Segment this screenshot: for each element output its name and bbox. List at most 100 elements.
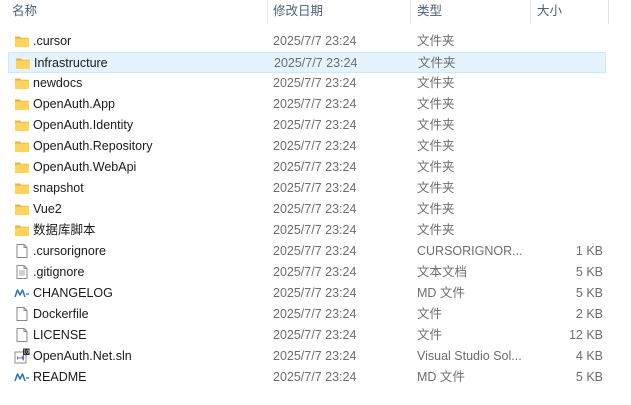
file-name: README — [33, 370, 87, 384]
file-name: .gitignore — [33, 265, 85, 279]
file-row[interactable]: .gitignore 2025/7/7 23:24 文本文档 5 KB — [8, 262, 606, 283]
file-type: MD 文件 — [417, 370, 465, 384]
file-type: 文件夹 — [417, 97, 455, 111]
svg-text:10: 10 — [23, 350, 29, 356]
file-date: 2025/7/7 23:24 — [273, 265, 357, 279]
file-size — [531, 94, 603, 115]
file-row[interactable]: CHANGELOG 2025/7/7 23:24 MD 文件 5 KB — [8, 283, 606, 304]
visual-studio-solution-icon: 10 — [14, 348, 30, 364]
file-type: 文件夹 — [417, 34, 455, 48]
file-type: CURSORIGNOR... — [417, 244, 523, 258]
file-row[interactable]: OpenAuth.App 2025/7/7 23:24 文件夹 — [8, 94, 606, 115]
file-type: 文件夹 — [418, 56, 456, 70]
file-type: 文件夹 — [417, 202, 455, 216]
file-icon — [14, 306, 30, 322]
file-name: newdocs — [33, 76, 83, 90]
file-name: OpenAuth.Net.sln — [33, 349, 132, 363]
file-size — [531, 157, 603, 178]
file-name: OpenAuth.Repository — [33, 139, 153, 153]
file-type: Visual Studio Sol... — [417, 349, 522, 363]
file-size — [531, 73, 603, 94]
file-date: 2025/7/7 23:24 — [273, 139, 357, 153]
file-row[interactable]: Vue2 2025/7/7 23:24 文件夹 — [8, 199, 606, 220]
file-size: 12 KB — [568, 328, 603, 342]
file-row[interactable]: LICENSE 2025/7/7 23:24 文件 12 KB — [8, 325, 606, 346]
file-row[interactable]: snapshot 2025/7/7 23:24 文件夹 — [8, 178, 606, 199]
file-name: OpenAuth.Identity — [33, 118, 134, 132]
file-size: 5 KB — [575, 286, 603, 300]
file-row[interactable]: .cursor 2025/7/7 23:24 文件夹 — [8, 31, 606, 52]
file-name: Infrastructure — [34, 56, 108, 70]
file-size — [531, 199, 603, 220]
file-date: 2025/7/7 23:24 — [273, 181, 357, 195]
file-size: 5 KB — [575, 370, 603, 384]
file-name: CHANGELOG — [33, 286, 113, 300]
folder-icon — [14, 117, 30, 133]
file-date: 2025/7/7 23:24 — [273, 244, 357, 258]
file-type: 文件 — [417, 307, 443, 321]
file-date: 2025/7/7 23:24 — [273, 76, 357, 90]
column-divider[interactable] — [530, 0, 531, 24]
file-date: 2025/7/7 23:24 — [273, 34, 357, 48]
file-date: 2025/7/7 23:24 — [273, 349, 357, 363]
file-row[interactable]: .cursorignore 2025/7/7 23:24 CURSORIGNOR..… — [8, 241, 606, 262]
folder-icon — [14, 75, 30, 91]
file-type: 文件夹 — [417, 139, 455, 153]
file-name: 数据库脚本 — [33, 223, 96, 237]
file-size — [531, 136, 603, 157]
file-date: 2025/7/7 23:24 — [274, 56, 358, 70]
file-date: 2025/7/7 23:24 — [273, 328, 357, 342]
file-row[interactable]: Infrastructure 2025/7/7 23:24 文件夹 — [8, 52, 606, 73]
file-size — [531, 115, 603, 136]
folder-icon — [14, 222, 30, 238]
file-date: 2025/7/7 23:24 — [273, 223, 357, 237]
file-date: 2025/7/7 23:24 — [273, 307, 357, 321]
file-row[interactable]: OpenAuth.Identity 2025/7/7 23:24 文件夹 — [8, 115, 606, 136]
file-name: Vue2 — [33, 202, 62, 216]
file-icon — [14, 243, 30, 259]
file-type: 文件夹 — [417, 76, 455, 90]
file-size — [531, 220, 603, 241]
file-type: 文本文档 — [417, 265, 468, 279]
markdown-file-icon — [14, 285, 30, 301]
file-type: 文件 — [417, 328, 443, 342]
file-size — [531, 178, 603, 199]
file-size — [531, 31, 603, 52]
file-type: 文件夹 — [417, 223, 455, 237]
column-divider[interactable] — [267, 0, 268, 24]
file-row[interactable]: README 2025/7/7 23:24 MD 文件 5 KB — [8, 367, 606, 388]
file-type: MD 文件 — [417, 286, 465, 300]
file-type: 文件夹 — [417, 181, 455, 195]
file-icon — [14, 327, 30, 343]
file-size — [532, 53, 604, 74]
folder-icon — [15, 55, 31, 71]
file-name: OpenAuth.WebApi — [33, 160, 137, 174]
column-divider[interactable] — [410, 0, 411, 24]
file-row[interactable]: 10 OpenAuth.Net.sln 2025/7/7 23:24 Visual … — [8, 346, 606, 367]
file-row[interactable]: newdocs 2025/7/7 23:24 文件夹 — [8, 73, 606, 94]
folder-icon — [14, 33, 30, 49]
file-row[interactable]: Dockerfile 2025/7/7 23:24 文件 2 KB — [8, 304, 606, 325]
file-name: OpenAuth.App — [33, 97, 116, 111]
column-header-type[interactable]: 类型 — [417, 0, 442, 24]
folder-icon — [14, 159, 30, 175]
file-name: LICENSE — [33, 328, 87, 342]
folder-icon — [14, 201, 30, 217]
markdown-file-icon — [14, 369, 30, 385]
file-date: 2025/7/7 23:24 — [273, 202, 357, 216]
file-size: 5 KB — [575, 265, 603, 279]
text-file-icon — [14, 264, 30, 280]
folder-icon — [14, 138, 30, 154]
file-size: 1 KB — [575, 244, 603, 258]
column-header-size[interactable]: 大小 — [537, 0, 562, 24]
file-row[interactable]: 数据库脚本 2025/7/7 23:24 文件夹 — [8, 220, 606, 241]
column-header-name[interactable]: 名称 — [12, 0, 37, 24]
file-date: 2025/7/7 23:24 — [273, 118, 357, 132]
file-name: snapshot — [33, 181, 84, 195]
sort-up-icon: ⌃ — [131, 0, 141, 3]
file-row[interactable]: OpenAuth.Repository 2025/7/7 23:24 文件夹 — [8, 136, 606, 157]
file-row[interactable]: OpenAuth.WebApi 2025/7/7 23:24 文件夹 — [8, 157, 606, 178]
column-divider[interactable] — [608, 0, 609, 24]
file-date: 2025/7/7 23:24 — [273, 370, 357, 384]
column-header-date[interactable]: 修改日期 — [273, 0, 323, 24]
